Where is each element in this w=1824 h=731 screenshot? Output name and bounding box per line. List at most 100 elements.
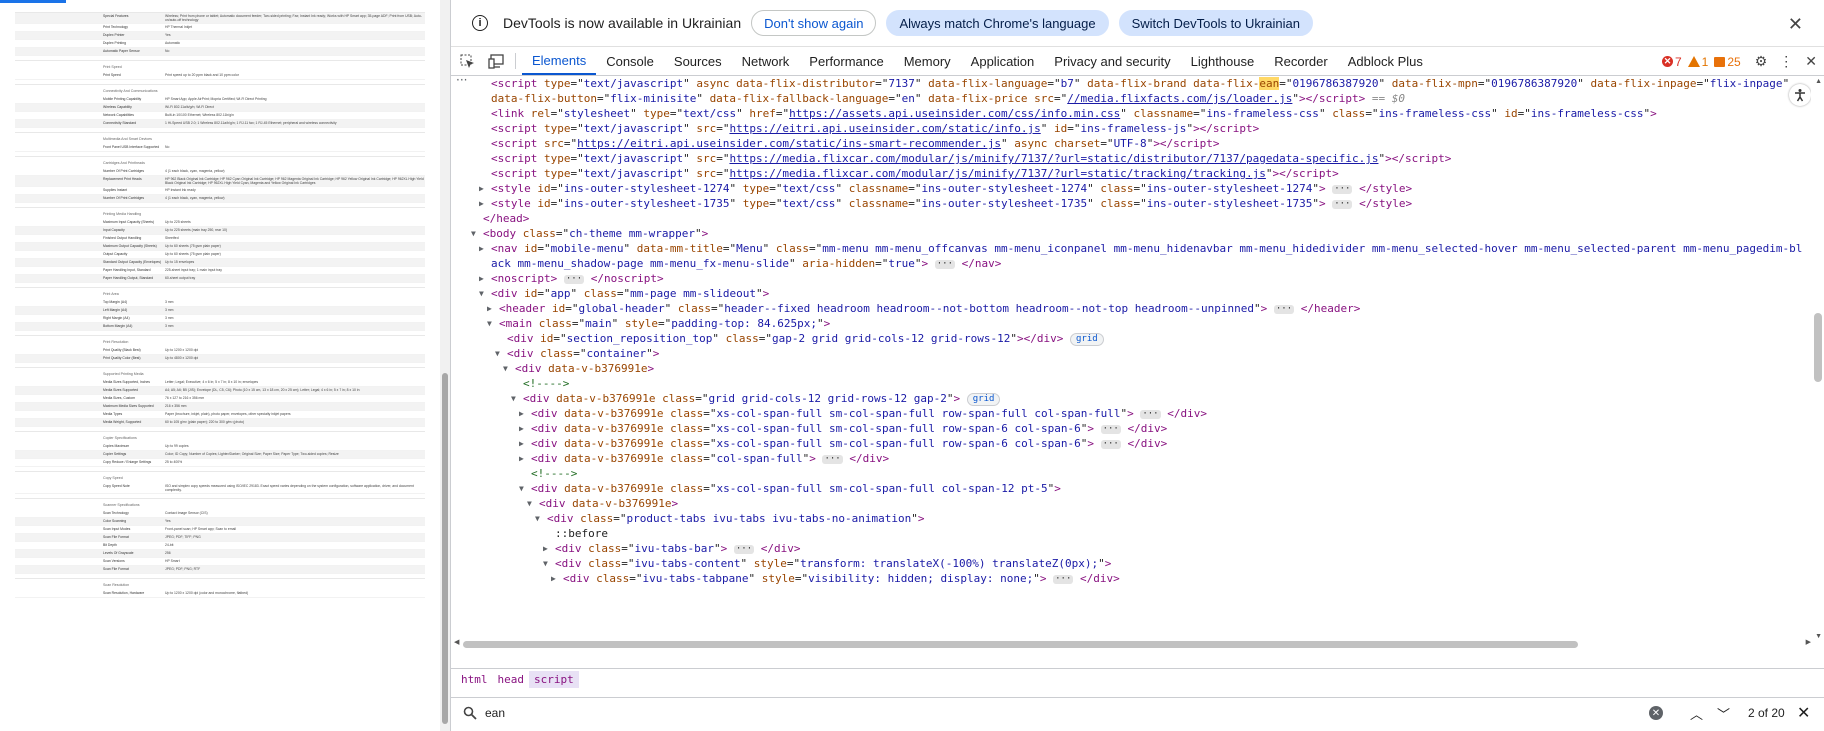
tab-lighthouse[interactable]: Lighthouse [1181,47,1265,75]
dom-node-line[interactable]: <script type="text/javascript" src="http… [451,151,1801,166]
dom-node-line[interactable]: ▼ <div data-v-b376991e> [451,361,1801,376]
collapse-arrow-icon[interactable]: ▼ [503,361,508,376]
collapse-arrow-icon[interactable]: ▼ [487,316,492,331]
switch-to-ukrainian-button[interactable]: Switch DevTools to Ukrainian [1118,10,1313,36]
device-toolbar-icon[interactable] [483,47,509,75]
dom-node-line[interactable]: <script type="text/javascript" src="http… [451,121,1801,136]
warnings-count[interactable]: 1 [1687,55,1708,69]
search-input[interactable] [485,704,1485,722]
dom-node-line[interactable]: ▶ <header id="global-header" class="heade… [451,301,1801,316]
tree-horizontal-thumb[interactable] [463,641,1579,648]
inspect-element-icon[interactable] [454,47,480,75]
more-options-icon[interactable]: ⋮ [1779,53,1793,70]
tab-console[interactable]: Console [596,47,664,75]
dom-node-line[interactable]: ▼ <div data-v-b376991e class="xs-col-span… [451,481,1801,496]
breadcrumb-html[interactable]: html [456,671,493,688]
expand-arrow-icon[interactable]: ▶ [551,571,556,586]
dom-node-line[interactable]: ▶ <div data-v-b376991e class="col-span-fu… [451,451,1801,466]
scroll-left-icon[interactable]: ◀ [454,638,459,646]
close-icon[interactable]: ✕ [1788,14,1803,35]
dom-node-line[interactable]: <script src="https://eitri.api.useinside… [451,136,1801,151]
tab-recorder[interactable]: Recorder [1264,47,1337,75]
tree-vertical-thumb[interactable] [1814,312,1822,383]
dom-node-line[interactable]: ▶ <div data-v-b376991e class="xs-col-span… [451,421,1801,436]
tab-privacy-and-security[interactable]: Privacy and security [1044,47,1180,75]
clear-search-icon[interactable]: ✕ [1649,706,1663,720]
dom-node-line[interactable]: <!----> [451,466,1801,481]
settings-gear-icon[interactable]: ⚙ [1755,53,1768,70]
dom-tree[interactable]: <script type="text/javascript" async dat… [451,76,1802,586]
scroll-up-icon[interactable]: ▲ [1815,78,1822,85]
dom-node-line[interactable]: ack mm-menu_shadow-page mm-menu_fx-menu-… [451,256,1801,271]
dom-node-line[interactable]: <script type="text/javascript" async dat… [451,76,1801,91]
dom-node-line[interactable]: ▼ <body class="ch-theme mm-wrapper"> [451,226,1801,241]
scroll-down-icon[interactable]: ▼ [1815,633,1822,640]
dom-node-line[interactable]: ▼ <div data-v-b376991e> [451,496,1801,511]
elements-tree[interactable]: ··· <script type="text/javascript" async… [451,76,1824,654]
tab-performance[interactable]: Performance [799,47,893,75]
expand-arrow-icon[interactable]: ▶ [519,406,524,421]
dom-node-line[interactable]: ::before [451,526,1801,541]
tab-network[interactable]: Network [732,47,800,75]
tab-adblock-plus[interactable]: Adblock Plus [1338,47,1433,75]
expand-arrow-icon[interactable]: ▶ [479,241,484,256]
close-devtools-icon[interactable]: ✕ [1805,53,1817,70]
dom-node-line[interactable]: ▶ <style id="ins-outer-stylesheet-1274" t… [451,181,1801,196]
dom-node-line[interactable]: ▶ <nav id="mobile-menu" data-mm-title="Me… [451,241,1802,256]
dom-node-line[interactable]: ▼ <div id="app" class="mm-page mm-slideou… [451,286,1801,301]
dom-node-line[interactable]: ▼ <div data-v-b376991e class="grid grid-c… [451,391,1801,406]
dom-node-line[interactable]: ▼ <div class="product-tabs ivu-tabs ivu-t… [451,511,1801,526]
tab-elements[interactable]: Elements [522,47,597,75]
dont-show-again-button[interactable]: Don't show again [751,10,877,36]
tab-sources[interactable]: Sources [664,47,732,75]
dom-node-markup: <div class="ivu-tabs-bar"> ··· </div> [555,542,801,555]
collapse-arrow-icon[interactable]: ▼ [479,286,484,301]
scroll-right-icon[interactable]: ▶ [1806,638,1811,646]
expand-arrow-icon[interactable]: ▶ [479,271,484,286]
collapse-arrow-icon[interactable]: ▼ [471,226,476,241]
dom-node-line[interactable]: ▼ <div class="ivu-tabs-content" style="tr… [451,556,1801,571]
dom-node-line[interactable]: <!----> [451,376,1801,391]
tab-memory[interactable]: Memory [894,47,961,75]
tab-application[interactable]: Application [961,47,1045,75]
expand-arrow-icon[interactable]: ▶ [479,181,484,196]
dom-node-line[interactable]: ▶ <div class="ivu-tabs-tabpane" style="vi… [451,571,1801,586]
dom-node-line[interactable]: ▼ <div class="container"> [451,346,1801,361]
dom-node-line[interactable]: <link rel="stylesheet" type="text/css" h… [451,106,1801,121]
dom-node-line[interactable]: ▶ <style id="ins-outer-stylesheet-1735" t… [451,196,1801,211]
dom-node-line[interactable]: data-flix-button="flix-minisite" data-fl… [451,91,1801,106]
dom-node-line[interactable]: ▶ <div data-v-b376991e class="xs-col-span… [451,436,1801,451]
dom-node-line[interactable]: ▼ <main class="main" style="padding-top: … [451,316,1801,331]
always-match-language-button[interactable]: Always match Chrome's language [886,10,1109,36]
collapse-arrow-icon[interactable]: ▼ [511,391,516,406]
collapse-arrow-icon[interactable]: ▼ [527,496,532,511]
collapse-arrow-icon[interactable]: ▼ [543,556,548,571]
expand-arrow-icon[interactable]: ▶ [479,196,484,211]
errors-count[interactable]: ✕ 7 [1661,55,1682,69]
collapse-arrow-icon[interactable]: ▼ [519,481,524,496]
dom-node-line[interactable]: ▶ <div class="ivu-tabs-bar"> ··· </div> [451,541,1801,556]
accessibility-toggle-icon[interactable] [1789,84,1811,106]
issues-count[interactable]: 25 [1714,55,1741,69]
dom-node-line[interactable]: <div id="section_reposition_top" class="… [451,331,1801,346]
breadcrumb-script[interactable]: script [529,671,579,688]
collapse-arrow-icon[interactable]: ▼ [535,511,540,526]
tree-horizontal-scrollbar[interactable]: ◀ ▶ [451,638,1811,650]
collapse-arrow-icon[interactable]: ▼ [495,346,500,361]
dom-node-line[interactable]: <script type="text/javascript" src="http… [451,166,1801,181]
dom-node-line[interactable]: ▶ <noscript> ··· </noscript> [451,271,1801,286]
page-scrollbar-thumb[interactable] [442,372,448,724]
expand-arrow-icon[interactable]: ▶ [519,436,524,451]
expand-arrow-icon[interactable]: ▶ [519,421,524,436]
expand-arrow-icon[interactable]: ▶ [487,301,492,316]
previous-match-icon[interactable]: ︿ [1690,704,1703,723]
dom-node-line[interactable]: </head> [451,211,1801,226]
close-search-icon[interactable]: ✕ [1797,703,1810,723]
expand-arrow-icon[interactable]: ▶ [519,451,524,466]
spec-name: Bit Depth [103,543,117,547]
expand-arrow-icon[interactable]: ▶ [543,541,548,556]
dom-node-line[interactable]: ▶ <div data-v-b376991e class="xs-col-span… [451,406,1801,421]
breadcrumb-head[interactable]: head [493,671,530,688]
next-match-icon[interactable]: ﹀ [1717,704,1730,723]
tree-vertical-scrollbar[interactable]: ▲ ▼ [1811,76,1824,654]
